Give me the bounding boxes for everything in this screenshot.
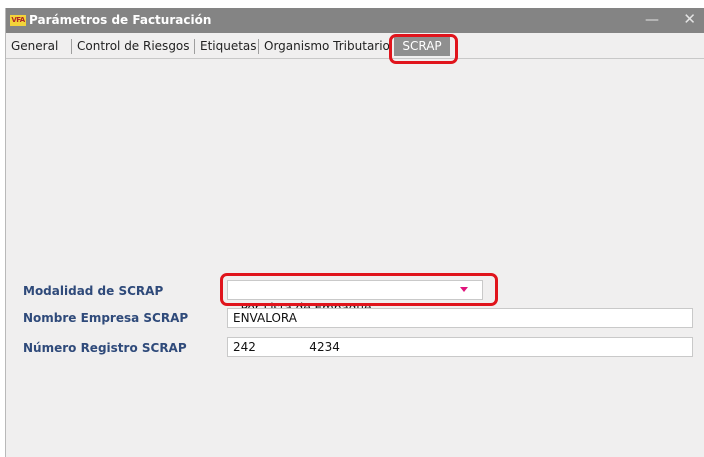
tab-scrap[interactable]: SCRAP (394, 36, 450, 56)
tab-control-de-riesgos[interactable]: Control de Riesgos (77, 38, 190, 55)
dropdown-arrow-icon[interactable] (460, 287, 468, 292)
tab-general[interactable]: General (11, 38, 58, 55)
nombre-empresa-field[interactable]: ENVALORA (227, 308, 693, 328)
window-title: Parámetros de Facturación (29, 13, 212, 27)
title-bar[interactable]: VFA Parámetros de Facturación — ✕ (6, 8, 704, 33)
tab-separator (258, 39, 259, 54)
numero-registro-label: Número Registro SCRAP (23, 341, 187, 355)
tab-etiquetas[interactable]: Etiquetas (200, 38, 257, 55)
tab-separator (71, 39, 72, 54)
tab-strip: General Control de Riesgos Etiquetas Org… (6, 33, 704, 59)
tab-separator (194, 39, 195, 54)
numero-registro-field[interactable]: 242 4234 (227, 337, 693, 357)
app-logo-icon: VFA (10, 15, 26, 26)
close-icon[interactable]: ✕ (683, 10, 696, 28)
modalidad-label: Modalidad de SCRAP (23, 284, 164, 298)
parametros-window: VFA Parámetros de Facturación — ✕ Genera… (5, 8, 704, 457)
tab-organismo-tributario[interactable]: Organismo Tributario (264, 38, 390, 55)
minimize-icon[interactable]: — (645, 11, 659, 29)
nombre-empresa-label: Nombre Empresa SCRAP (23, 311, 189, 325)
modalidad-select[interactable]: Por Lista de Empaque (227, 280, 483, 315)
